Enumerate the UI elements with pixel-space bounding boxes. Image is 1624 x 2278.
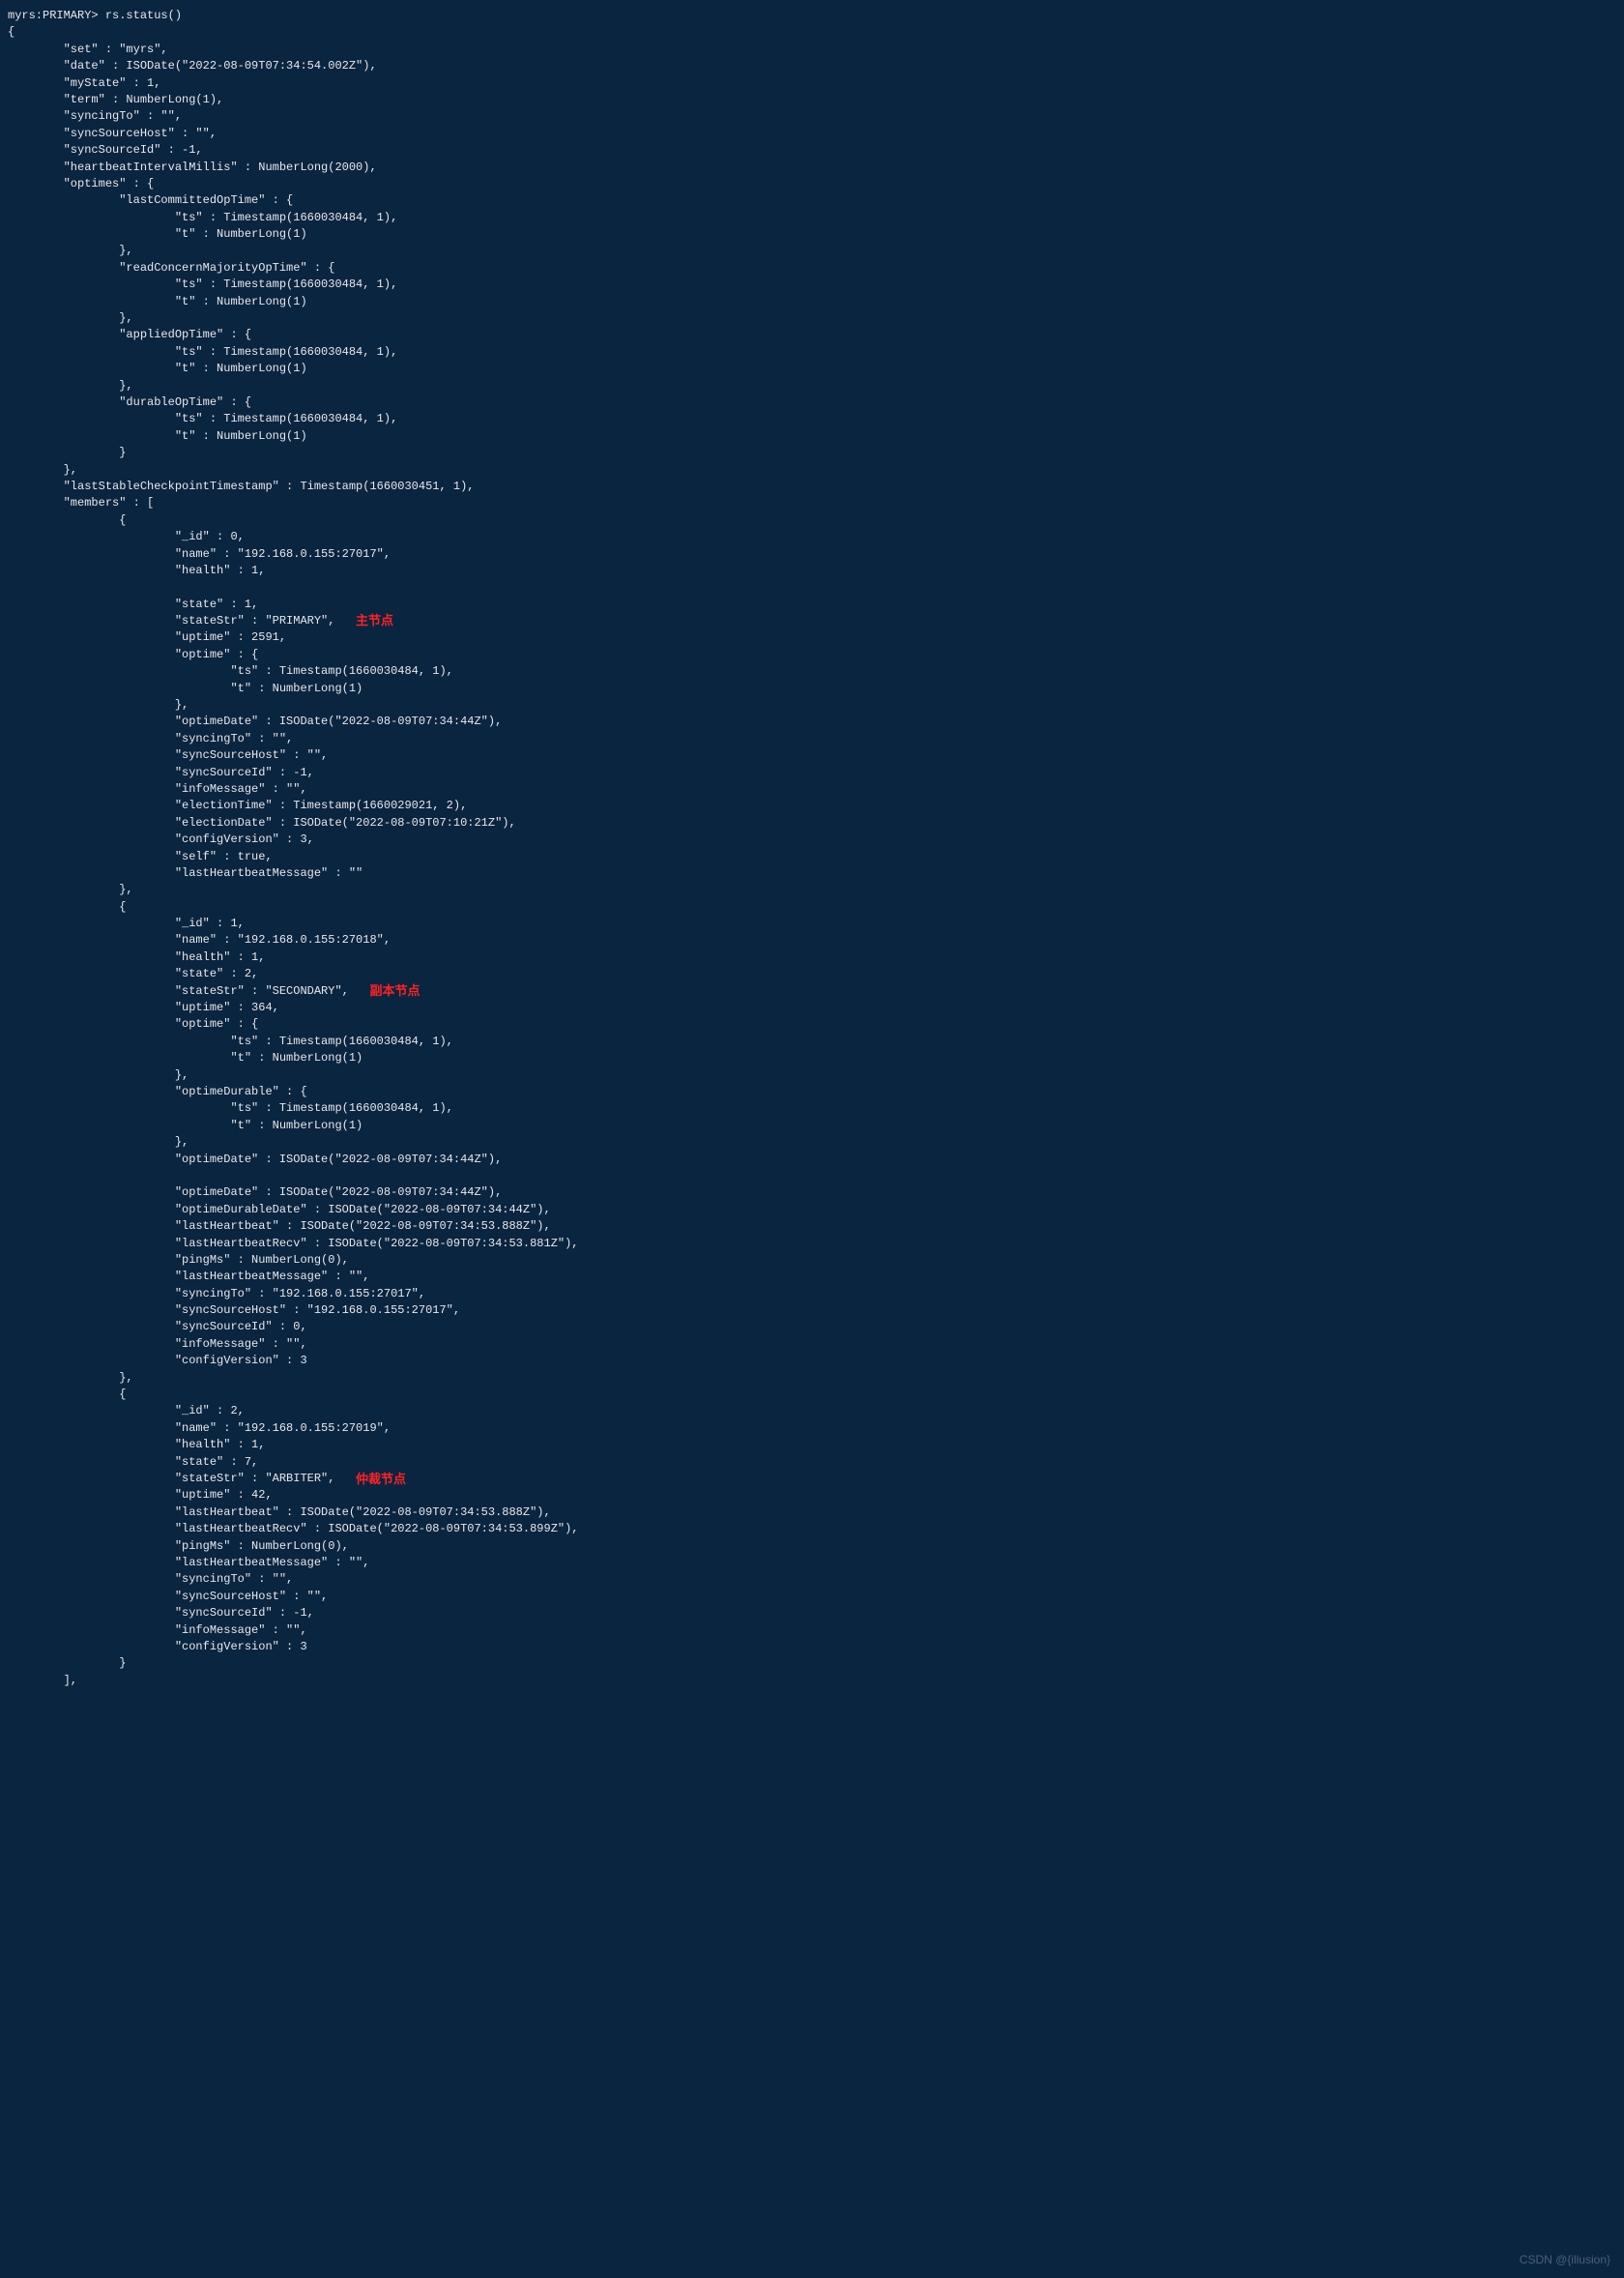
- annotation-secondary: 副本节点: [369, 982, 420, 1001]
- watermark: CSDN @{illusion}: [1520, 2252, 1610, 2268]
- annotation-arbiter: 仲裁节点: [356, 1471, 406, 1489]
- console-text: myrs:PRIMARY> rs.status() { "set" : "myr…: [8, 8, 1616, 1689]
- terminal-output: myrs:PRIMARY> rs.status() { "set" : "myr…: [0, 0, 1624, 2278]
- annotation-primary: 主节点: [356, 612, 393, 630]
